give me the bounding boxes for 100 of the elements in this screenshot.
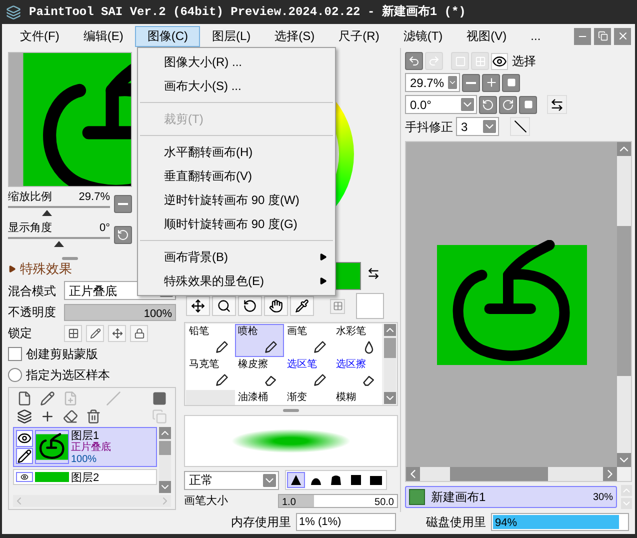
slider-thumb[interactable] — [54, 241, 64, 248]
transparency-button[interactable] — [330, 298, 345, 314]
scrollbar-thumb[interactable] — [450, 467, 548, 481]
slider-thumb[interactable] — [42, 210, 52, 216]
menu-entry[interactable]: 垂直翻转画布(V) — [138, 164, 335, 188]
layer-row[interactable]: 图层2 — [13, 469, 157, 485]
brush-tool[interactable]: 模糊 — [333, 390, 382, 405]
brush-tool[interactable]: 喷枪 — [235, 324, 284, 357]
zoom-out-button[interactable] — [462, 74, 480, 92]
rotate-icon — [243, 299, 257, 313]
flip-button[interactable] — [547, 95, 567, 114]
navigator-slider[interactable]: 缩放比例 29.7% — [8, 190, 110, 218]
menu-item[interactable]: 视图(V) — [454, 26, 519, 46]
menu-entry[interactable]: 逆时针旋转画布 90 度(W) — [138, 188, 335, 212]
scroll-up-icon[interactable] — [384, 324, 396, 336]
scroll-right-icon[interactable] — [603, 467, 617, 481]
checkbox[interactable] — [8, 347, 22, 361]
restore-button[interactable] — [594, 28, 611, 44]
menu-item[interactable]: 图层(L) — [200, 26, 263, 46]
layer-row[interactable]: 图层1 正片叠底 100% — [13, 427, 157, 467]
new-layer-icon[interactable] — [17, 391, 32, 406]
scrollbar[interactable] — [384, 324, 396, 404]
scroll-down-icon[interactable] — [159, 481, 171, 493]
scroll-up-icon[interactable] — [617, 142, 631, 156]
stabilizer-select[interactable]: 3 — [456, 117, 499, 136]
angle-select[interactable]: 0.0° — [405, 95, 477, 114]
brush-tool[interactable]: 选区擦 — [333, 357, 382, 390]
menu-entry[interactable]: 图像大小(R) ... — [138, 50, 335, 74]
navigator-slider[interactable]: 显示角度 0° — [8, 221, 110, 250]
lock-toggle-button[interactable] — [64, 324, 82, 342]
menu-item[interactable]: 选择(S) — [262, 26, 327, 46]
menu-item[interactable]: ... — [518, 26, 553, 46]
checkbox-label: 创建剪贴蒙版 — [26, 346, 98, 363]
plus-icon — [484, 76, 498, 89]
tool-button[interactable] — [186, 296, 210, 316]
angle-reset-button[interactable] — [519, 96, 537, 114]
brush-blend-select[interactable]: 正常 — [184, 470, 279, 490]
secondary-color-swatch[interactable] — [356, 293, 384, 319]
lock-toggle-button[interactable] — [130, 324, 148, 342]
menu-entry[interactable]: 顺时针旋转画布 90 度(G) — [138, 212, 335, 236]
pencil-icon[interactable] — [16, 448, 33, 464]
menu-item[interactable]: 图像(C) — [135, 26, 200, 46]
horizontal-scrollbar[interactable] — [406, 467, 617, 481]
document-tab[interactable]: 新建画布1 30% — [405, 486, 617, 508]
menu-entry[interactable]: 水平翻转画布(H) — [138, 140, 335, 164]
scrollbar-thumb[interactable] — [384, 338, 396, 358]
scroll-down-icon[interactable] — [384, 392, 396, 404]
undo-button[interactable] — [405, 52, 423, 70]
menu-item[interactable]: 滤镜(T) — [391, 26, 455, 46]
rotate-right-button[interactable] — [499, 96, 517, 114]
scrollbar-thumb[interactable] — [159, 441, 171, 455]
line-tool-button[interactable] — [510, 117, 530, 136]
brush-tool[interactable]: 铅笔 — [186, 324, 235, 357]
brush-tool[interactable]: 选区笔 — [284, 357, 333, 390]
field-label: 混合模式 — [8, 282, 57, 300]
scrollbar[interactable] — [617, 142, 631, 467]
lock-toggle-button[interactable] — [86, 324, 104, 342]
brush-shape-button[interactable] — [287, 472, 305, 488]
panel-resize-handle[interactable] — [62, 257, 78, 260]
brush-tool[interactable]: 马克笔 — [186, 357, 235, 390]
new-layer-pencil-icon[interactable] — [40, 391, 55, 406]
brush-tool[interactable]: 油漆桶 — [235, 390, 284, 405]
visibility-icon[interactable] — [16, 472, 33, 482]
tool-button[interactable] — [264, 296, 288, 316]
rotate-left-button[interactable] — [479, 96, 497, 114]
brush-tool[interactable]: 橡皮擦 — [235, 357, 284, 390]
trash-icon[interactable] — [86, 409, 101, 424]
scrollbar-thumb[interactable] — [617, 226, 631, 376]
rotate-left-icon — [482, 98, 494, 110]
add-layer-icon[interactable] — [40, 409, 55, 424]
tool-button[interactable] — [290, 296, 314, 316]
menu-entry[interactable]: 画布大小(S) ... — [138, 74, 335, 98]
minimize-button[interactable] — [574, 28, 591, 44]
zoom-out-button[interactable] — [114, 195, 132, 214]
zoom-select[interactable]: 29.7% — [405, 73, 460, 92]
swap-colors-icon[interactable] — [367, 267, 380, 280]
scroll-up-icon[interactable] — [159, 427, 171, 439]
radio-button[interactable] — [8, 368, 22, 382]
layer-name: 图层1 — [71, 430, 100, 442]
lock-toggle-button[interactable] — [108, 324, 126, 342]
scroll-left-icon[interactable] — [406, 467, 420, 481]
zoom-reset-button[interactable] — [502, 74, 520, 92]
brush-tool[interactable]: 水彩笔 — [333, 324, 382, 357]
menu-item[interactable]: 文件(F) — [8, 26, 72, 46]
scrollbar[interactable] — [159, 427, 171, 493]
reset-rotation-button[interactable] — [114, 226, 132, 244]
panel-resize-handle[interactable] — [283, 409, 299, 412]
tool-button[interactable] — [212, 296, 236, 316]
brush-tool[interactable]: 渐变 — [284, 390, 333, 405]
brush-size-slider[interactable]: 1.0 50.0 — [278, 494, 398, 508]
selection-view-toggle[interactable]: 选择 — [491, 52, 536, 70]
menu-item[interactable]: 编辑(E) — [71, 26, 136, 46]
tool-button[interactable] — [238, 296, 262, 316]
brush-tool[interactable]: 画笔 — [284, 324, 333, 357]
visibility-icon[interactable] — [16, 430, 33, 446]
zoom-in-button[interactable] — [482, 74, 500, 92]
scroll-down-icon[interactable] — [617, 453, 631, 467]
menu-item[interactable]: 尺子(R) — [326, 26, 392, 46]
close-button[interactable] — [614, 28, 631, 44]
opacity-slider[interactable]: 100% — [64, 304, 176, 320]
